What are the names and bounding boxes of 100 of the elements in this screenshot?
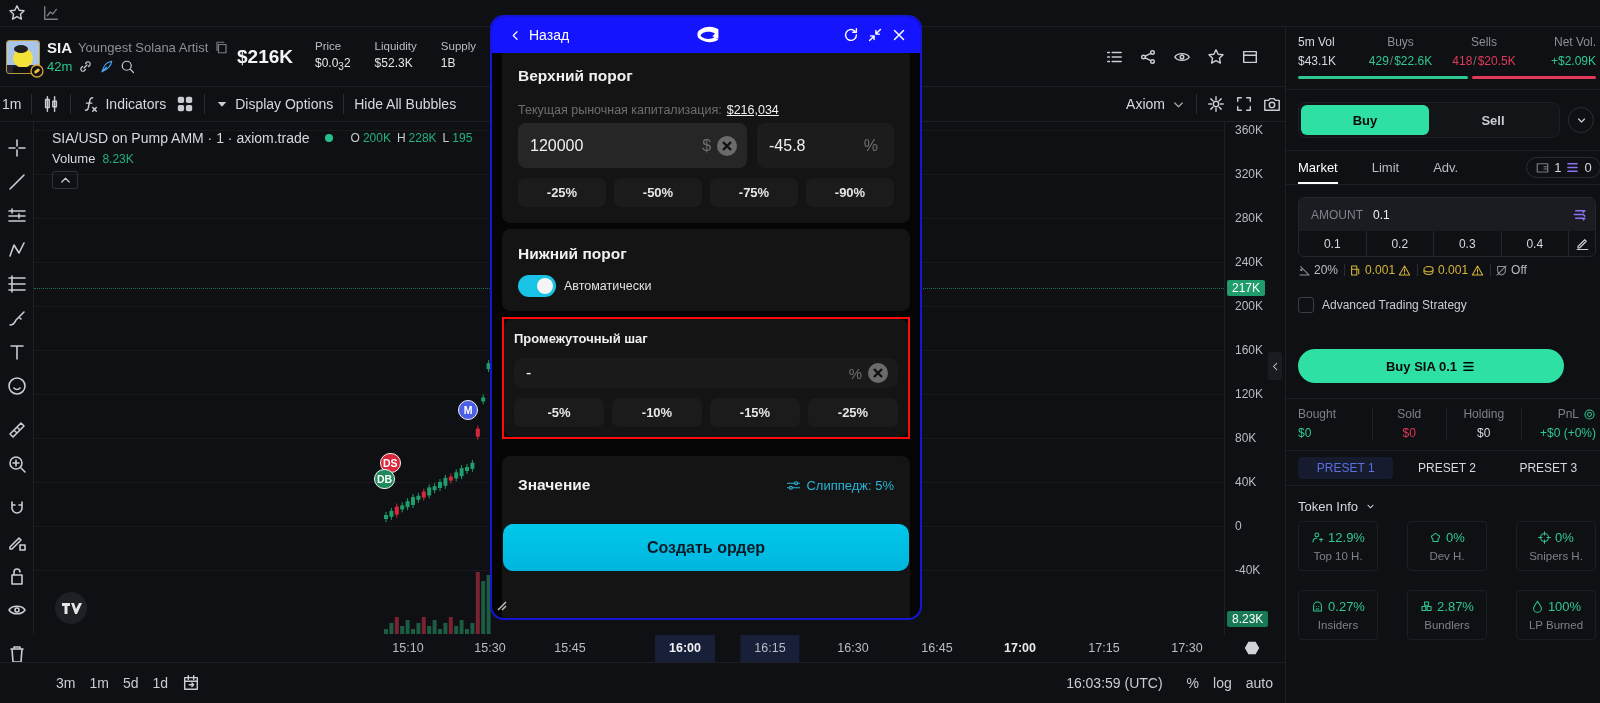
refresh-icon[interactable]	[842, 26, 860, 44]
display-options-button[interactable]: Display Options	[215, 96, 334, 112]
range-button[interactable]: 5d	[122, 675, 139, 691]
copy-icon[interactable]	[214, 40, 230, 55]
search-icon[interactable]	[120, 59, 136, 74]
setting-value[interactable]: Off	[1511, 263, 1527, 277]
ruler-icon[interactable]	[6, 420, 27, 440]
percent-preset[interactable]: -25%	[808, 398, 898, 427]
percent-preset[interactable]: -50%	[614, 178, 702, 207]
checkbox[interactable]	[1298, 297, 1314, 313]
section-title: Нижний порог	[518, 245, 628, 263]
trade-marker[interactable]: DS	[380, 453, 401, 473]
percent-input[interactable]: -45.8 %	[757, 123, 894, 168]
percent-preset[interactable]: -5%	[514, 398, 604, 427]
price-label: 280K	[1235, 211, 1264, 225]
settings-icon[interactable]	[1207, 95, 1225, 113]
stat-value: $52.3K	[374, 56, 414, 71]
stat-label: Price	[315, 40, 343, 53]
step-input[interactable]: - %	[514, 358, 898, 388]
trend-line-icon[interactable]	[6, 172, 27, 192]
percent-preset[interactable]: -25%	[518, 178, 606, 207]
amount-preset[interactable]: 0.2	[1366, 231, 1434, 256]
section-title: Промежуточный шаг	[514, 331, 649, 346]
side-tab[interactable]: Buy	[1301, 105, 1429, 135]
minimize-icon[interactable]	[866, 26, 884, 44]
percent-preset[interactable]: -75%	[710, 178, 798, 207]
position-value: $0	[1477, 426, 1491, 440]
trade-marker[interactable]: DB	[374, 469, 396, 489]
percent-preset[interactable]: -15%	[710, 398, 800, 427]
scale-option[interactable]: %	[1186, 675, 1200, 691]
range-button[interactable]: 3m	[56, 675, 76, 691]
feather-icon[interactable]	[99, 59, 115, 74]
market-cap: $216K	[237, 45, 293, 68]
grid-icon[interactable]	[176, 95, 195, 113]
toggle-label: Автоматически	[564, 279, 652, 293]
slippage-button[interactable]: Слиппедж: 5%	[786, 477, 894, 493]
setting-value[interactable]: 0.001	[1438, 263, 1469, 277]
market-cap-link[interactable]: $216,034	[726, 103, 779, 117]
clear-button[interactable]	[868, 363, 888, 383]
amount-preset[interactable]: 0.1	[1299, 231, 1367, 256]
token-name: Youngest Solana Artist	[78, 40, 209, 55]
preset-tab[interactable]: PRESET 1	[1298, 457, 1394, 479]
buy-button[interactable]: Buy SIA 0.1	[1298, 349, 1564, 383]
price-label: 360K	[1235, 123, 1264, 137]
amount-preset[interactable]: 0.4	[1501, 231, 1569, 256]
percent-preset[interactable]: -90%	[806, 178, 894, 207]
interval-button[interactable]: 1m	[2, 96, 22, 112]
section-title: Значение	[518, 476, 591, 494]
collapse-button[interactable]	[52, 171, 78, 189]
scale-option[interactable]: log	[1213, 675, 1232, 691]
back-button[interactable]: Назад	[508, 27, 570, 43]
hexagon-icon[interactable]	[1243, 639, 1261, 657]
preset-tab[interactable]: PRESET 3	[1500, 457, 1596, 479]
smiley-icon[interactable]	[6, 376, 27, 396]
brush-icon[interactable]	[6, 308, 27, 328]
range-button[interactable]: 1d	[152, 675, 169, 691]
link-icon[interactable]	[78, 59, 94, 74]
calendar-icon[interactable]	[182, 674, 201, 692]
preset-tab[interactable]: PRESET 2	[1399, 457, 1495, 479]
indicators-button[interactable]: Indicators	[81, 95, 167, 113]
logo-icon[interactable]	[54, 591, 88, 625]
star-icon[interactable]	[1207, 47, 1225, 66]
star-icon[interactable]	[8, 4, 26, 22]
order-type-tab[interactable]: Adv.	[1433, 151, 1459, 184]
amount-preset[interactable]: 0.3	[1434, 231, 1502, 256]
camera-icon[interactable]	[1263, 95, 1281, 113]
time-label: 15:45	[553, 640, 587, 657]
refresh-icon[interactable]	[1583, 407, 1596, 421]
order-type-tab[interactable]: Market	[1298, 151, 1338, 184]
setting-value[interactable]: 20%	[1314, 263, 1339, 277]
metric-label: LP Burned	[1528, 619, 1584, 631]
chart-icon[interactable]	[42, 4, 60, 22]
token-info-toggle[interactable]: Token Info	[1286, 486, 1600, 521]
crosshair-icon[interactable]	[6, 138, 27, 158]
amount-input[interactable]: 0.1	[1373, 207, 1390, 222]
price-input[interactable]: 120000 $	[518, 123, 748, 168]
price-badge: 8.23K	[1227, 611, 1269, 627]
clear-button[interactable]	[717, 135, 738, 156]
boxes-icon	[1420, 600, 1434, 613]
range-button[interactable]: 1m	[89, 675, 109, 691]
share-icon[interactable]	[1139, 47, 1157, 66]
price-label: 200K	[1235, 299, 1264, 313]
trade-marker[interactable]: M	[458, 400, 478, 420]
setting-value[interactable]: 0.001	[1365, 263, 1396, 277]
position-label: Holding	[1463, 407, 1505, 421]
hide-bubbles-button[interactable]: Hide All Bubbles	[354, 96, 457, 112]
toggle-switch[interactable]	[518, 275, 556, 297]
unit-label: %	[863, 136, 878, 155]
source-dropdown[interactable]: Axiom	[1126, 96, 1186, 112]
create-order-button[interactable]: Создать ордер	[503, 524, 909, 571]
scale-option[interactable]: auto	[1245, 675, 1273, 691]
side-tab[interactable]: Sell	[1429, 105, 1557, 135]
zoom-icon[interactable]	[6, 454, 27, 474]
order-type-tab[interactable]: Limit	[1371, 151, 1400, 184]
percent-preset[interactable]: -10%	[612, 398, 702, 427]
pattern-icon[interactable]	[6, 240, 27, 260]
fullscreen-icon[interactable]	[1235, 95, 1253, 113]
resize-handle-icon[interactable]	[496, 600, 508, 612]
fibonacci-icon[interactable]	[6, 274, 27, 294]
coin-icon	[1422, 263, 1436, 277]
